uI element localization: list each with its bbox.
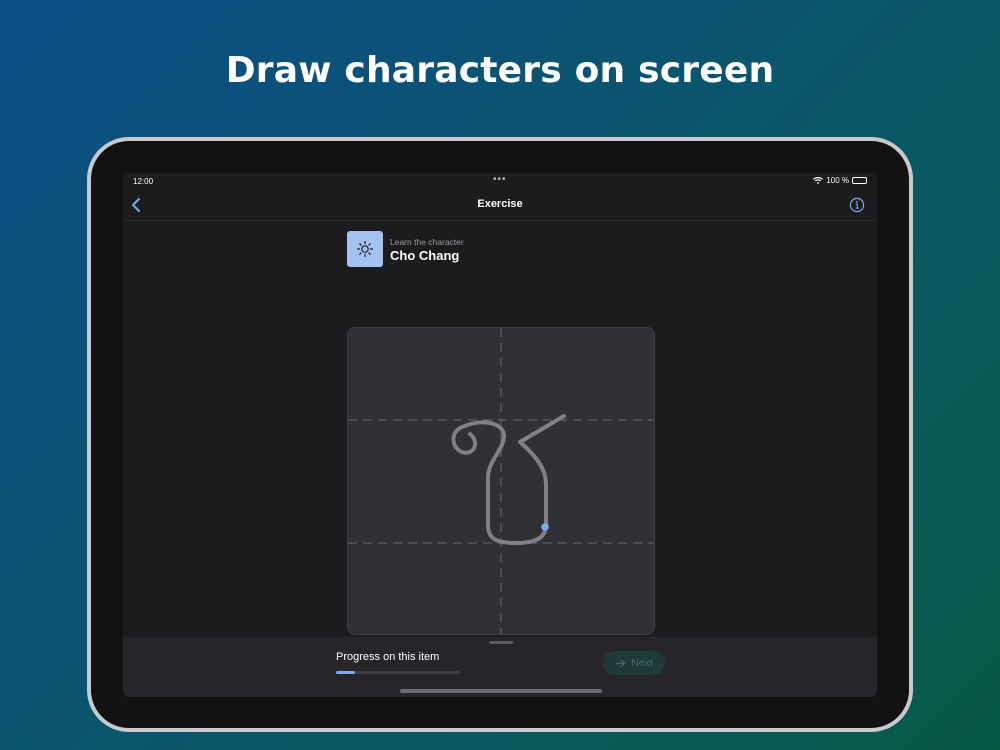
multitasking-dots-icon[interactable]: ••• xyxy=(493,174,507,185)
next-button[interactable]: Next xyxy=(603,651,665,675)
stroke-start-dot[interactable] xyxy=(541,523,549,531)
canvas-guides xyxy=(348,328,654,634)
home-indicator xyxy=(400,689,602,693)
status-time: 12:00 xyxy=(133,177,154,186)
info-circle-icon[interactable] xyxy=(849,197,865,213)
nav-title: Exercise xyxy=(477,198,523,210)
ipad-bezel: 12:00 ••• 100 % Exercise Learn the chara… xyxy=(91,141,909,728)
page-headline: Draw characters on screen xyxy=(225,50,775,91)
progress-bar xyxy=(336,671,460,674)
ipad-frame: 12:00 ••• 100 % Exercise Learn the chara… xyxy=(87,137,913,732)
progress-bar-fill xyxy=(336,671,355,674)
battery-percent: 100 % xyxy=(826,176,849,185)
arrow-right-icon xyxy=(615,658,626,668)
next-button-label: Next xyxy=(631,657,653,669)
bottom-sheet: Progress on this item Next xyxy=(123,637,877,697)
character-name: Cho Chang xyxy=(390,248,460,263)
wifi-icon xyxy=(813,177,824,184)
character-icon-tile xyxy=(347,231,383,267)
progress-label: Progress on this item xyxy=(336,651,440,663)
character-stroke-guide xyxy=(451,414,566,545)
status-bar: 12:00 ••• 100 % xyxy=(123,173,877,189)
sheet-grabber[interactable] xyxy=(489,641,513,644)
status-indicators: 100 % xyxy=(813,176,867,185)
app-screen: 12:00 ••• 100 % Exercise Learn the chara… xyxy=(123,173,877,697)
navigation-bar: Exercise xyxy=(123,189,877,221)
sun-icon xyxy=(356,240,374,258)
drawing-canvas[interactable] xyxy=(347,327,655,635)
battery-icon xyxy=(852,177,867,184)
character-subtitle: Learn the character xyxy=(390,237,464,247)
